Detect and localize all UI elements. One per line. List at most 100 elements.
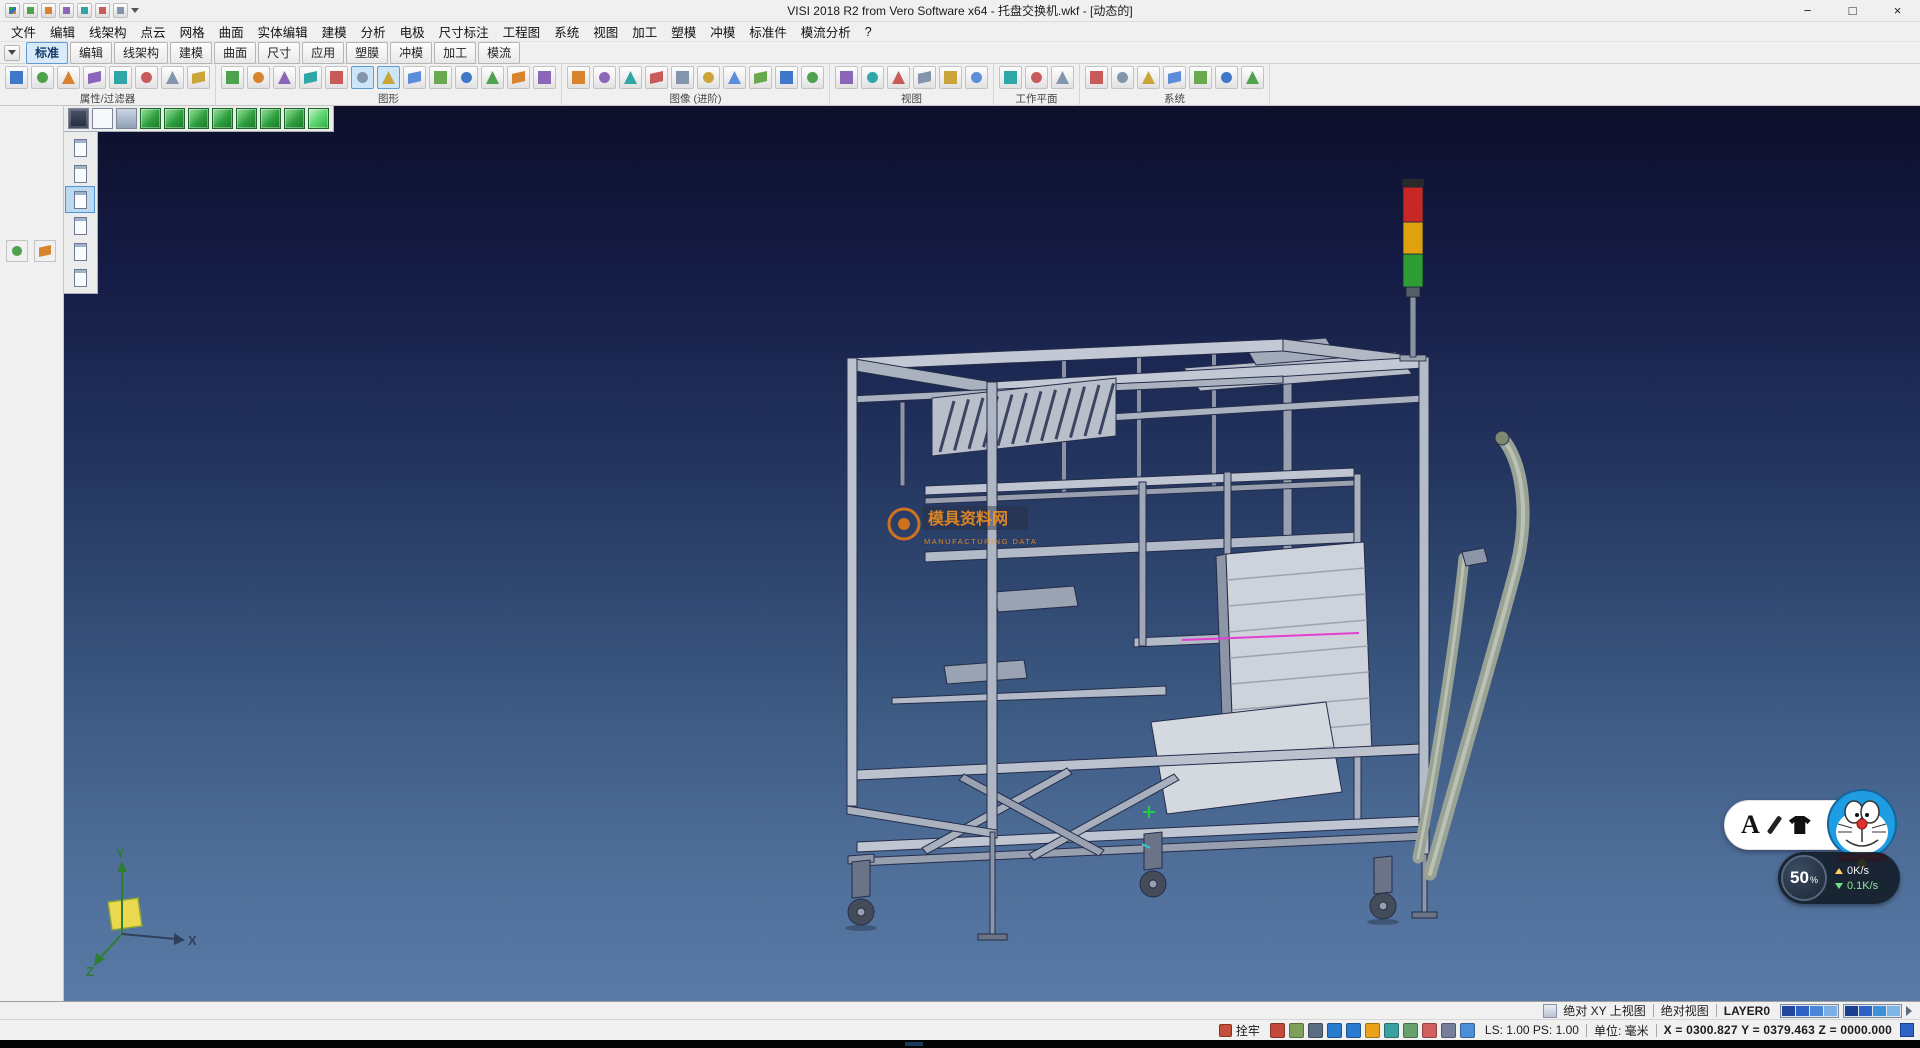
monitor-icon[interactable] — [1384, 1023, 1399, 1038]
swap-icon[interactable] — [1403, 1023, 1418, 1038]
app-logo-icon[interactable] — [5, 3, 20, 18]
open-document-icon[interactable] — [41, 3, 56, 18]
display-style-5-icon[interactable] — [66, 239, 94, 264]
machine-model[interactable] — [845, 179, 1523, 940]
shaded-view-icon[interactable] — [567, 66, 590, 89]
top-view-cube-icon[interactable] — [164, 108, 185, 129]
layer-manager-icon[interactable] — [68, 108, 89, 129]
board-grid-icon[interactable] — [377, 66, 400, 89]
board-save-icon[interactable] — [299, 66, 322, 89]
layer-color-bars[interactable] — [1780, 1004, 1902, 1018]
print-icon[interactable] — [77, 3, 92, 18]
board-new-icon[interactable] — [247, 66, 270, 89]
background-icon[interactable] — [775, 66, 798, 89]
tab-加工[interactable]: 加工 — [434, 42, 476, 64]
measure-view-icon[interactable] — [913, 66, 936, 89]
world-icon[interactable] — [1163, 66, 1186, 89]
front-view-cube-icon[interactable] — [188, 108, 209, 129]
fan-view-icon[interactable] — [861, 66, 884, 89]
workplane-icon[interactable] — [34, 240, 56, 262]
help-icon[interactable] — [1346, 1023, 1361, 1038]
info-icon[interactable] — [1365, 1023, 1380, 1038]
display-style-4-icon[interactable] — [66, 213, 94, 238]
refresh-icon[interactable] — [221, 66, 244, 89]
layer-filter-icon[interactable] — [83, 66, 106, 89]
board-search-icon[interactable] — [533, 66, 556, 89]
display-style-2-icon[interactable] — [66, 161, 94, 186]
menu-item-编辑[interactable]: 编辑 — [43, 21, 82, 42]
signal-icon[interactable] — [1460, 1023, 1475, 1038]
view-manager-icon[interactable] — [965, 66, 988, 89]
right-view-cube-icon[interactable] — [212, 108, 233, 129]
board-group-icon[interactable] — [429, 66, 452, 89]
tab-dropdown-button[interactable] — [4, 45, 20, 61]
lock-pin-icon[interactable] — [1219, 1024, 1232, 1037]
section-view-icon[interactable] — [697, 66, 720, 89]
board-ungroup-icon[interactable] — [455, 66, 478, 89]
menu-item-文件[interactable]: 文件 — [4, 21, 43, 42]
menu-item-系统[interactable]: 系统 — [547, 21, 586, 42]
table-icon[interactable] — [1189, 66, 1212, 89]
tab-编辑[interactable]: 编辑 — [70, 42, 112, 64]
paint-brush-icon[interactable] — [135, 66, 158, 89]
board-info-icon[interactable] — [507, 66, 530, 89]
tab-应用[interactable]: 应用 — [302, 42, 344, 64]
lock-red-icon[interactable] — [1270, 1023, 1285, 1038]
tab-曲面[interactable]: 曲面 — [214, 42, 256, 64]
save-state-icon[interactable] — [1289, 1023, 1304, 1038]
layers-icon[interactable] — [6, 240, 28, 262]
align-view-icon[interactable] — [887, 66, 910, 89]
undo-icon[interactable] — [113, 3, 128, 18]
menu-item-尺寸标注[interactable]: 尺寸标注 — [432, 21, 496, 42]
menu-item-?[interactable]: ? — [858, 24, 879, 40]
copy-attributes-icon[interactable] — [109, 66, 132, 89]
axis-view-icon[interactable] — [939, 66, 962, 89]
calculator-icon[interactable] — [1241, 66, 1264, 89]
menu-item-加工[interactable]: 加工 — [625, 21, 664, 42]
refresh-icon[interactable] — [1327, 1023, 1342, 1038]
status-expand-icon[interactable] — [1906, 1006, 1912, 1016]
menu-item-曲面[interactable]: 曲面 — [212, 21, 251, 42]
menu-item-工程图[interactable]: 工程图 — [496, 21, 548, 42]
tab-塑膜[interactable]: 塑膜 — [346, 42, 388, 64]
bottom-view-cube-icon[interactable] — [284, 108, 305, 129]
menu-item-标准件[interactable]: 标准件 — [742, 21, 794, 42]
screenshot-icon[interactable] — [723, 66, 746, 89]
workplane-align-icon[interactable] — [1025, 66, 1048, 89]
wireframe-view-icon[interactable] — [593, 66, 616, 89]
board-list-icon[interactable] — [403, 66, 426, 89]
tab-模流[interactable]: 模流 — [478, 42, 520, 64]
axonometric-view-cube-icon[interactable] — [308, 108, 329, 129]
workplane-xy-icon[interactable] — [999, 66, 1022, 89]
printer-icon[interactable] — [1308, 1023, 1323, 1038]
display-style-6-icon[interactable] — [66, 265, 94, 290]
menu-item-网格[interactable]: 网格 — [173, 21, 212, 42]
menu-item-实体编辑[interactable]: 实体编辑 — [251, 21, 315, 42]
iso-view-cube-icon[interactable] — [140, 108, 161, 129]
minimize-button[interactable]: − — [1785, 0, 1830, 21]
viewport-3d[interactable]: 模具资料网 MANUFACTURING DATA Y X Z — [64, 106, 1920, 1001]
texture-view-icon[interactable] — [671, 66, 694, 89]
fit-view-icon[interactable] — [1543, 1004, 1557, 1018]
system-display-icon[interactable] — [1111, 66, 1134, 89]
tab-标准[interactable]: 标准 — [26, 42, 68, 64]
active-layer[interactable]: LAYER0 — [1724, 1004, 1770, 1018]
booster-overlay[interactable]: A 50 % 0K/s 0.1K/s — [1724, 786, 1904, 912]
edit-properties-icon[interactable] — [5, 66, 28, 89]
menu-item-分析[interactable]: 分析 — [354, 21, 393, 42]
display-style-3-icon[interactable] — [66, 187, 94, 212]
lock-label[interactable]: 拴牢 — [1236, 1022, 1260, 1039]
render-mode-icon[interactable] — [645, 66, 668, 89]
scale-readout[interactable]: LS: 1.00 PS: 1.00 — [1485, 1023, 1579, 1037]
filter-icon[interactable] — [31, 66, 54, 89]
menu-item-建模[interactable]: 建模 — [315, 21, 354, 42]
close-button[interactable]: × — [1875, 0, 1920, 21]
color-wheel-icon[interactable] — [57, 66, 80, 89]
menu-item-视图[interactable]: 视图 — [586, 21, 625, 42]
eraser-icon[interactable] — [161, 66, 184, 89]
qat-chevron-icon[interactable] — [131, 8, 139, 13]
units-readout[interactable]: 单位: 毫米 — [1594, 1022, 1649, 1039]
left-view-cube-icon[interactable] — [236, 108, 257, 129]
maximize-button[interactable]: □ — [1830, 0, 1875, 21]
board-link-icon[interactable] — [481, 66, 504, 89]
